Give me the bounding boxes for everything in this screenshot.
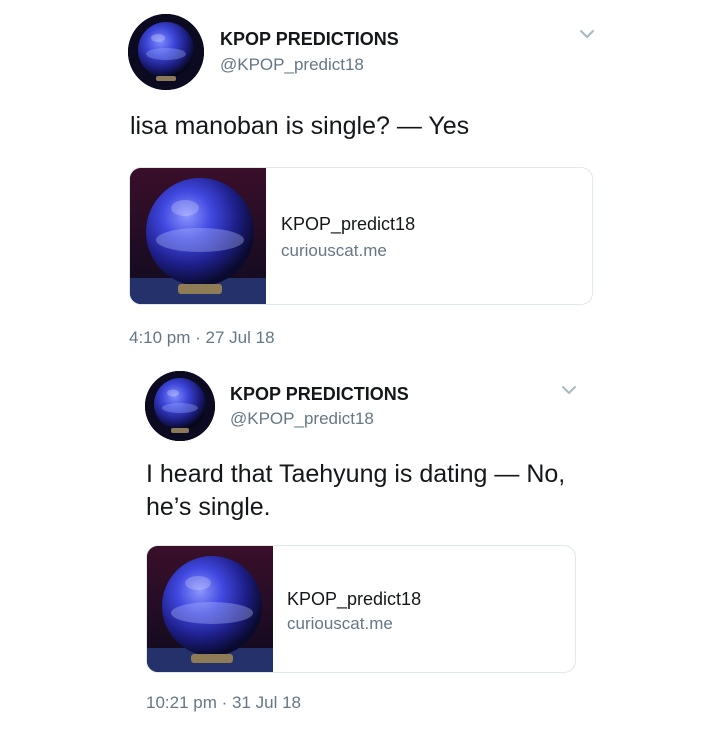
tweet-text: I heard that Taehyung is dating — No,	[146, 460, 566, 488]
author-handle[interactable]: @KPOP_predict18	[220, 55, 364, 75]
chevron-down-icon[interactable]	[560, 381, 580, 401]
tweet[interactable]: KPOP PREDICTIONS @KPOP_predict18 lisa ma…	[0, 0, 720, 365]
card-thumbnail	[130, 168, 266, 304]
crystal-ball-image	[130, 168, 266, 304]
chevron-down-icon[interactable]	[578, 25, 598, 45]
avatar[interactable]	[145, 371, 215, 441]
tweet-text: lisa manoban is single? — Yes	[130, 112, 470, 140]
tweet-text-continued: he’s single.	[146, 493, 271, 521]
link-card[interactable]: KPOP_predict18 curiouscat.me	[129, 167, 593, 305]
card-domain[interactable]: curiouscat.me	[281, 241, 387, 261]
tweet-timestamp[interactable]: 10:21 pm · 31 Jul 18	[146, 693, 301, 713]
tweet-timestamp[interactable]: 4:10 pm · 27 Jul 18	[129, 328, 275, 348]
card-title[interactable]: KPOP_predict18	[281, 214, 415, 235]
avatar[interactable]	[128, 14, 204, 90]
author-name[interactable]: KPOP PREDICTIONS	[220, 29, 399, 50]
author-handle[interactable]: @KPOP_predict18	[230, 409, 374, 429]
crystal-ball-image	[147, 546, 273, 672]
card-domain[interactable]: curiouscat.me	[287, 614, 393, 634]
link-card[interactable]: KPOP_predict18 curiouscat.me	[146, 545, 576, 673]
crystal-ball-icon	[145, 371, 215, 441]
card-thumbnail	[147, 546, 273, 672]
crystal-ball-icon	[128, 14, 204, 90]
author-name[interactable]: KPOP PREDICTIONS	[230, 384, 409, 405]
tweet[interactable]: KPOP PREDICTIONS @KPOP_predict18 I heard…	[0, 365, 720, 732]
card-title[interactable]: KPOP_predict18	[287, 589, 421, 610]
